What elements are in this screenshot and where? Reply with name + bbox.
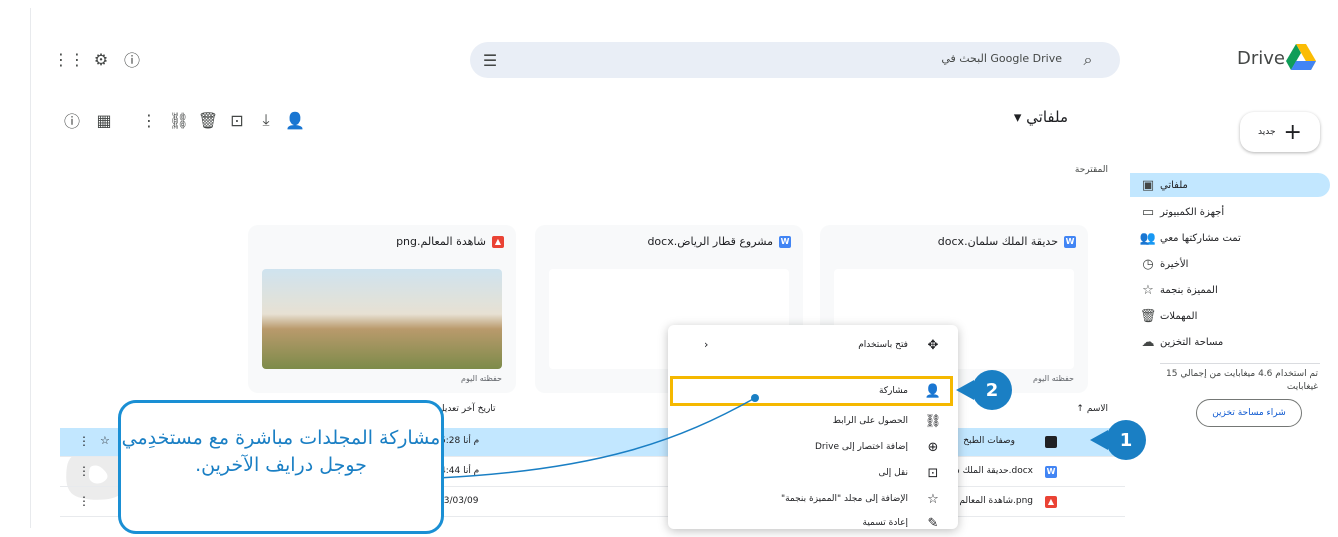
step-badge-2: 2 <box>972 370 1012 410</box>
callout-box: مشاركة المجلدات مباشرة مع مستخدِمي جوجل … <box>118 400 444 534</box>
badge-1-pointer <box>1090 430 1108 450</box>
step-badge-1: 1 <box>1106 420 1146 460</box>
callout-text: مشاركة المجلدات مباشرة مع مستخدِمي جوجل … <box>121 427 441 476</box>
badge-2-pointer <box>956 380 974 400</box>
